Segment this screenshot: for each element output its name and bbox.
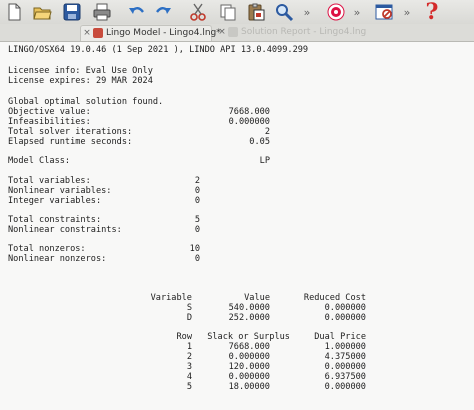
toolbar: » » » ? <box>0 0 474 25</box>
row-slack: 0.000000 <box>228 372 270 382</box>
target-icon[interactable] <box>326 2 346 22</box>
row-dual: 4.375000 <box>324 352 366 362</box>
variables-header-variable: Variable <box>150 293 192 303</box>
more-chevron-icon[interactable]: » <box>300 2 314 22</box>
variables-header-value: Value <box>244 293 270 303</box>
more-chevron-icon[interactable]: » <box>350 2 364 22</box>
row-dual: 0.000000 <box>324 382 366 392</box>
row-number: 2 <box>186 352 192 362</box>
print-icon[interactable] <box>92 2 112 22</box>
find-icon[interactable] <box>274 2 294 22</box>
count-value: 0 <box>194 196 200 206</box>
tab-close-button[interactable]: × <box>81 26 93 41</box>
summary-label: Infeasibilities: <box>8 117 91 127</box>
undo-icon[interactable] <box>126 2 146 22</box>
redo-icon[interactable] <box>154 2 174 22</box>
row-dual: 1.000000 <box>324 342 366 352</box>
solution-status: Global optimal solution found. <box>8 97 164 107</box>
summary-value: 7668.000 <box>228 107 270 117</box>
tab-close-button[interactable]: × <box>216 25 228 40</box>
more-chevron-icon[interactable]: » <box>400 2 414 22</box>
count-label: Total nonzeros: <box>8 244 86 254</box>
row-number: 3 <box>186 362 192 372</box>
variable-name: D <box>186 313 192 323</box>
license-expires: License expires: 29 MAR 2024 <box>8 76 153 86</box>
tab-label: Lingo Model - Lingo4.lng* <box>106 28 221 38</box>
license-info: Licensee info: Eval Use Only <box>8 66 153 76</box>
save-icon[interactable] <box>62 2 82 22</box>
tab-solution-report[interactable]: × Solution Report - Lingo4.lng <box>216 25 366 40</box>
row-slack: 0.000000 <box>228 352 270 362</box>
count-value: 2 <box>194 176 200 186</box>
count-label: Total variables: <box>8 176 91 186</box>
tab-bar: × Lingo Model - Lingo4.lng* × Solution Rep… <box>0 24 474 42</box>
cut-icon[interactable] <box>188 2 208 22</box>
count-label: Total constraints: <box>8 215 102 225</box>
summary-value: 2 <box>264 127 270 137</box>
summary-label: Objective value: <box>8 107 91 117</box>
open-folder-icon[interactable] <box>32 2 52 22</box>
model-class-label: Model Class: <box>8 156 71 166</box>
solution-report[interactable]: LINGO/OSX64 19.0.46 (1 Sep 2021 ), LINDO… <box>0 42 474 410</box>
copy-icon[interactable] <box>218 2 238 22</box>
count-label: Nonlinear variables: <box>8 186 112 196</box>
row-number: 5 <box>186 382 192 392</box>
count-value: 0 <box>194 186 200 196</box>
model-class-value: LP <box>259 156 270 166</box>
lingo-file-icon <box>93 27 103 38</box>
help-icon[interactable]: ? <box>420 0 444 25</box>
row-number: 1 <box>186 342 192 352</box>
new-file-icon[interactable] <box>4 2 24 22</box>
count-label: Nonlinear nonzeros: <box>8 254 107 264</box>
count-label: Nonlinear constraints: <box>8 225 122 235</box>
version-line: LINGO/OSX64 19.0.46 (1 Sep 2021 ), LINDO… <box>8 45 309 55</box>
summary-value: 0.05 <box>249 137 270 147</box>
summary-value: 0.000000 <box>228 117 270 127</box>
tab-label: Solution Report - Lingo4.lng <box>241 27 367 37</box>
report-file-icon <box>228 26 238 37</box>
row-dual: 0.000000 <box>324 362 366 372</box>
row-slack: 7668.000 <box>228 342 270 352</box>
count-value: 0 <box>194 225 200 235</box>
row-slack: 18.00000 <box>228 382 270 392</box>
variable-value: 540.0000 <box>228 303 270 313</box>
rows-header-slack: Slack or Surplus <box>207 332 290 342</box>
row-number: 4 <box>186 372 192 382</box>
window-x-icon[interactable] <box>374 2 394 22</box>
count-value: 5 <box>194 215 200 225</box>
count-value: 0 <box>194 254 200 264</box>
summary-label: Total solver iterations: <box>8 127 133 137</box>
paste-icon[interactable] <box>246 2 266 22</box>
rows-header-row: Row <box>176 332 192 342</box>
count-value: 10 <box>189 244 200 254</box>
row-dual: 6.937500 <box>324 372 366 382</box>
variable-name: S <box>186 303 192 313</box>
count-label: Integer variables: <box>8 196 102 206</box>
variable-reduced-cost: 0.000000 <box>324 303 366 313</box>
variable-value: 252.0000 <box>228 313 270 323</box>
row-slack: 120.0000 <box>228 362 270 372</box>
variable-reduced-cost: 0.000000 <box>324 313 366 323</box>
variables-header-reduced-cost: Reduced Cost <box>303 293 366 303</box>
tab-lingo-model[interactable]: × Lingo Model - Lingo4.lng* <box>80 25 221 41</box>
rows-header-dual: Dual Price <box>314 332 366 342</box>
summary-label: Elapsed runtime seconds: <box>8 137 133 147</box>
